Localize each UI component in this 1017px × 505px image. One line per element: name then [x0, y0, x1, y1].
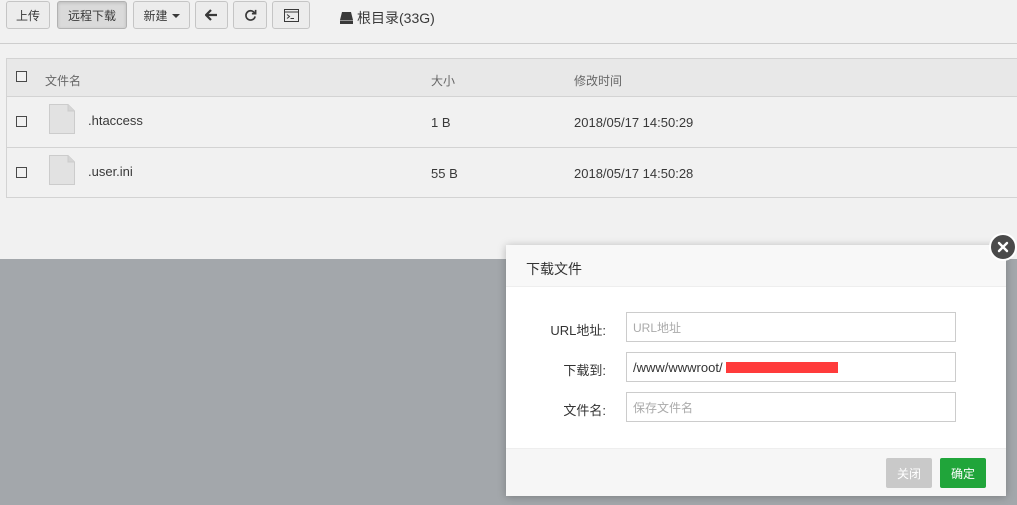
url-input[interactable]: [626, 312, 956, 342]
dialog-footer: 关闭 确定: [506, 448, 1006, 496]
close-button[interactable]: 关闭: [886, 458, 932, 488]
download-to-label: 下载到:: [563, 363, 606, 378]
confirm-button[interactable]: 确定: [940, 458, 986, 488]
dialog-close-icon[interactable]: [989, 233, 1017, 261]
dialog-header: 下载文件: [506, 245, 1006, 287]
overlay-shade-top: [0, 0, 1017, 259]
redaction-bar: [726, 362, 838, 373]
dialog-title: 下载文件: [526, 261, 582, 277]
download-file-dialog: 下载文件 URL地址: 下载到: 文件名: 关闭 确定: [506, 245, 1006, 496]
url-label: URL地址:: [550, 323, 606, 338]
filename-label: 文件名:: [563, 403, 606, 418]
close-icon: [997, 241, 1009, 253]
filename-input[interactable]: [626, 392, 956, 422]
